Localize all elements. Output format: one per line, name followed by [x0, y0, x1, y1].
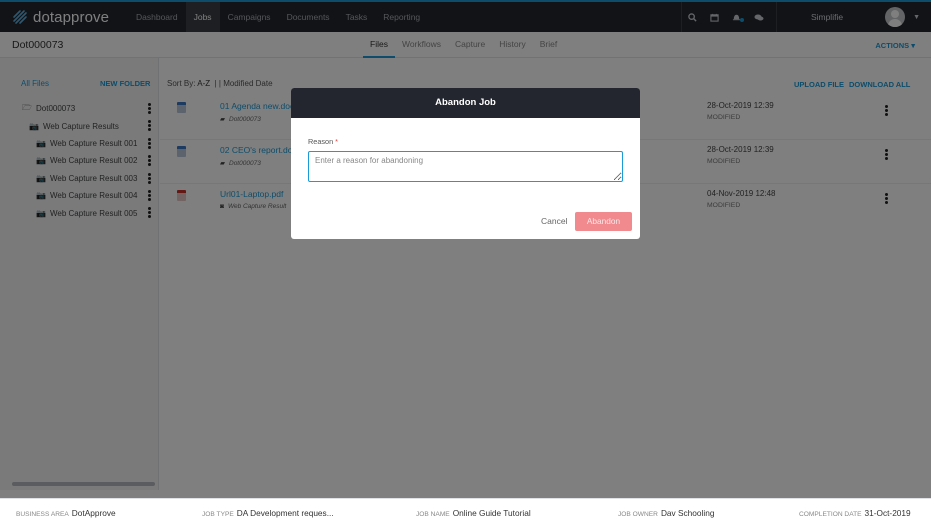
footer-job-owner: JOB OWNER Dav Schooling	[618, 508, 714, 518]
modal-backdrop[interactable]	[0, 0, 931, 498]
footer-business-area: BUSINESS AREA DotApprove	[16, 508, 116, 518]
required-marker: *	[335, 137, 338, 146]
footer-value: DotApprove	[71, 508, 116, 518]
footer-key: JOB OWNER	[618, 511, 658, 518]
footer-key: BUSINESS AREA	[16, 511, 69, 518]
reason-textarea[interactable]	[308, 151, 623, 182]
cancel-button[interactable]: Cancel	[541, 216, 567, 226]
footer-job-name: JOB NAME Online Guide Tutorial	[416, 508, 531, 518]
footer-job-type: JOB TYPE DA Development reques...	[202, 508, 334, 518]
dialog-title: Abandon Job	[291, 88, 640, 118]
reason-label-text: Reason	[308, 137, 334, 146]
job-info-footer: BUSINESS AREA DotApprove JOB TYPE DA Devel…	[0, 498, 931, 523]
reason-label: Reason *	[308, 137, 338, 146]
abandon-button[interactable]: Abandon	[575, 212, 632, 231]
footer-key: JOB TYPE	[202, 511, 234, 518]
footer-key: COMPLETION DATE	[799, 511, 862, 518]
footer-completion-date: COMPLETION DATE 31-Oct-2019	[799, 508, 911, 518]
abandon-job-dialog: Abandon Job Reason* Cancel Abandon	[291, 88, 640, 239]
footer-value: Dav Schooling	[660, 508, 715, 518]
footer-key: JOB NAME	[416, 511, 450, 518]
footer-value: 31-Oct-2019	[864, 508, 911, 518]
footer-value: Online Guide Tutorial	[452, 508, 531, 518]
footer-value: DA Development reques...	[236, 508, 334, 518]
